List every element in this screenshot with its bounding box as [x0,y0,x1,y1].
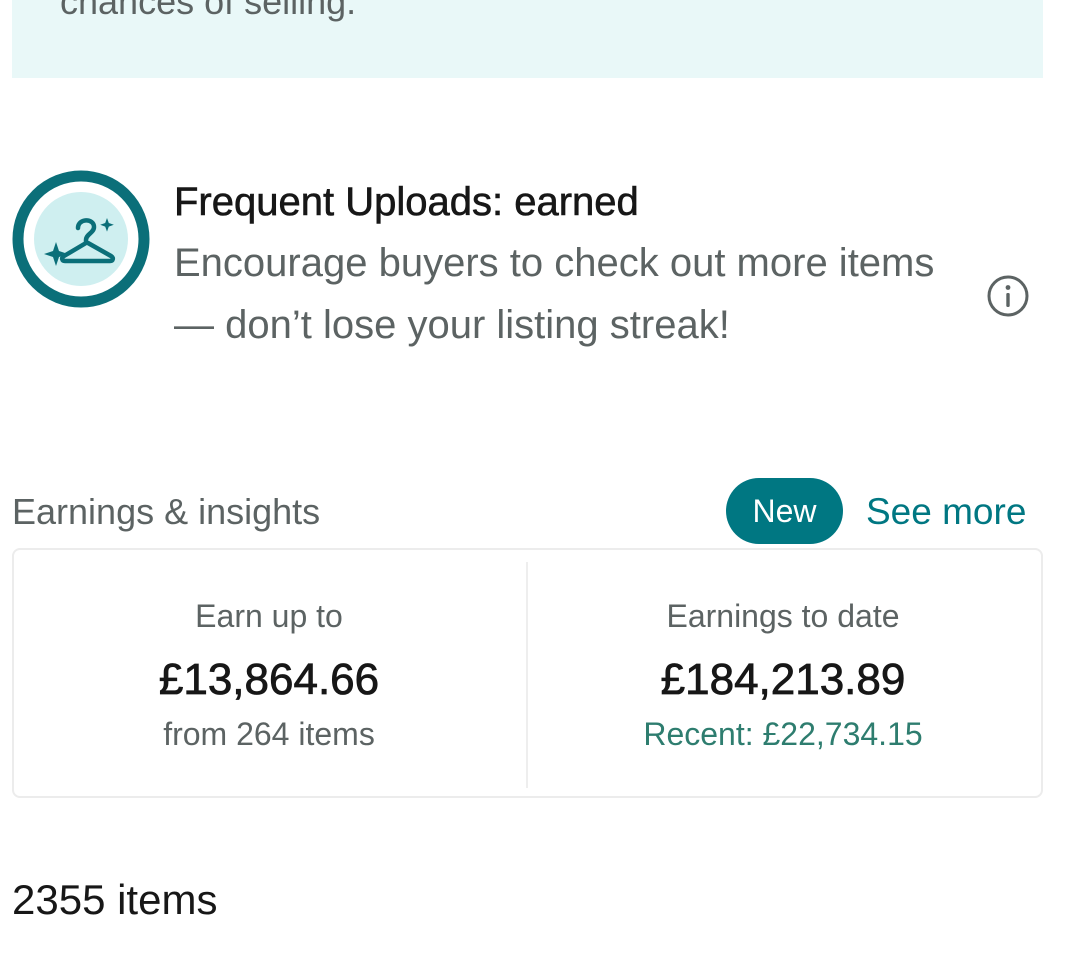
recent-earnings: Recent: £22,734.15 [643,716,923,752]
earn-up-to-sub: from 264 items [163,716,375,752]
tip-banner-text: chances of selling. [60,0,357,22]
items-count: 2355 items [12,876,218,923]
earnings-section-header: Earnings & insights New See more [12,478,1043,544]
earnings-to-date-value: £184,213.89 [660,655,906,705]
frequent-uploads-badge: Frequent Uploads: earned Encourage buyer… [12,170,1043,420]
earnings-card[interactable]: Earn up to £13,864.66 from 264 items Ear… [12,548,1043,798]
hanger-sparkle-icon [12,170,150,308]
section-title: Earnings & insights [12,491,321,532]
new-badge: New [726,478,843,544]
earn-up-to-panel: Earn up to £13,864.66 from 264 items [14,550,524,796]
earn-up-to-value: £13,864.66 [158,655,380,705]
info-icon[interactable] [986,274,1030,318]
earnings-to-date-panel: Earnings to date £184,213.89 Recent: £22… [528,550,1038,796]
earnings-to-date-label: Earnings to date [666,598,900,634]
tip-banner: chances of selling. [12,0,1043,78]
badge-title: Frequent Uploads: earned [174,180,639,225]
see-more-link[interactable]: See more [866,490,1026,534]
earn-up-to-label: Earn up to [195,598,343,634]
badge-description: Encourage buyers to check out more items… [174,241,935,347]
